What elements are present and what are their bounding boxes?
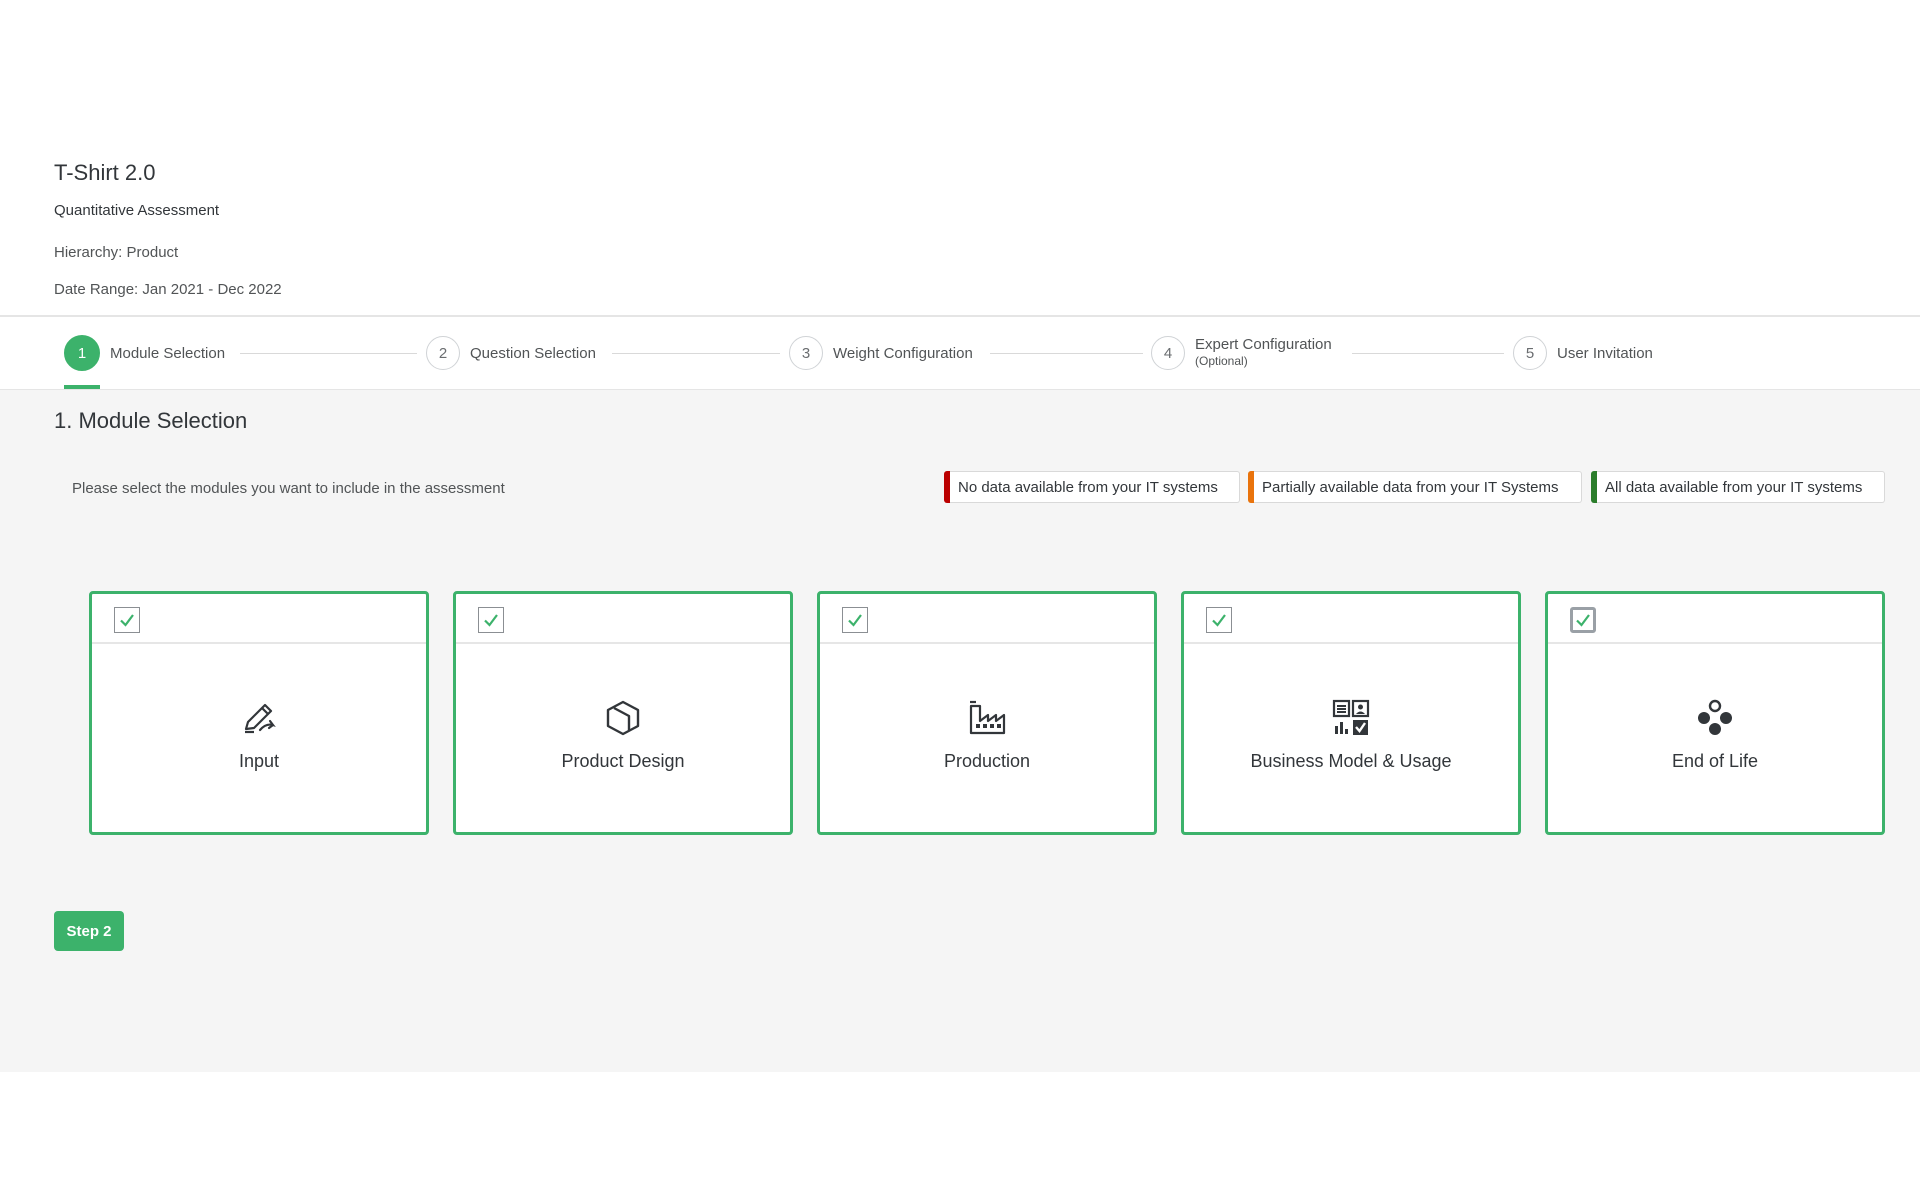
- check-icon: [484, 614, 498, 627]
- step-module-selection[interactable]: 1 Module Selection: [64, 335, 225, 371]
- hierarchy-info: Hierarchy: Product: [54, 244, 179, 261]
- step-connector: [612, 353, 780, 354]
- legend-no-data: No data available from your IT systems: [944, 471, 1240, 503]
- step-label: Question Selection: [470, 344, 596, 362]
- check-icon: [1212, 614, 1226, 627]
- module-card-business-model-usage[interactable]: Business Model & Usage: [1181, 591, 1521, 835]
- step-connector: [990, 353, 1143, 354]
- module-checkbox[interactable]: [1206, 607, 1232, 633]
- card-header: [1548, 594, 1882, 644]
- instruction-text: Please select the modules you want to in…: [72, 480, 505, 497]
- module-label: End of Life: [1671, 751, 1759, 771]
- step-question-selection[interactable]: 2 Question Selection: [426, 335, 596, 371]
- legend-label: Partially available data from your IT Sy…: [1262, 478, 1559, 496]
- active-step-indicator: [64, 385, 100, 389]
- check-icon: [1576, 614, 1590, 627]
- step-expert-configuration[interactable]: 4 Expert Configuration (Optional): [1151, 335, 1332, 371]
- step-weight-configuration[interactable]: 3 Weight Configuration: [789, 335, 973, 371]
- step-number: 2: [426, 336, 460, 370]
- check-icon: [120, 614, 134, 627]
- edit-pencil-icon: [244, 703, 276, 734]
- legend-color-bar: [1591, 471, 1597, 503]
- step-2-button[interactable]: Step 2: [54, 911, 124, 951]
- module-card-end-of-life[interactable]: End of Life: [1545, 591, 1885, 835]
- step-number: 5: [1513, 336, 1547, 370]
- card-header: [92, 594, 426, 644]
- module-card-production[interactable]: Production: [817, 591, 1157, 835]
- step-number: 3: [789, 336, 823, 370]
- section-title: 1. Module Selection: [54, 408, 248, 433]
- step-user-invitation[interactable]: 5 User Invitation: [1513, 335, 1653, 371]
- step-connector: [240, 353, 417, 354]
- page-title: T-Shirt 2.0: [54, 160, 156, 185]
- module-checkbox[interactable]: [842, 607, 868, 633]
- module-label: Business Model & Usage: [1250, 751, 1452, 771]
- legend-color-bar: [1248, 471, 1254, 503]
- step-label-group: Expert Configuration (Optional): [1195, 337, 1332, 369]
- wizard-stepper: 1 Module Selection 2 Question Selection …: [0, 317, 1920, 390]
- step-label: Module Selection: [110, 344, 226, 362]
- legend-label: No data available from your IT systems: [958, 478, 1218, 496]
- module-checkbox[interactable]: [1570, 607, 1596, 633]
- legend-label: All data available from your IT systems: [1605, 478, 1863, 496]
- main-content: 1. Module Selection Please select the mo…: [0, 390, 1920, 1072]
- page-subtitle: Quantitative Assessment: [54, 202, 220, 219]
- step-sublabel: (Optional): [1195, 354, 1248, 368]
- card-header: [820, 594, 1154, 644]
- module-label: Input: [238, 751, 280, 771]
- legend-partial-data: Partially available data from your IT Sy…: [1248, 471, 1582, 503]
- check-icon: [848, 614, 862, 627]
- factory-icon: [969, 700, 1006, 735]
- product-box-icon: [606, 700, 640, 736]
- module-label: Production: [943, 751, 1031, 771]
- module-label: Product Design: [561, 751, 685, 771]
- step-connector: [1352, 353, 1504, 354]
- step-label: Weight Configuration: [833, 344, 973, 362]
- card-header: [1184, 594, 1518, 644]
- legend-all-data: All data available from your IT systems: [1591, 471, 1885, 503]
- business-usage-icon: [1332, 699, 1370, 735]
- card-header: [456, 594, 790, 644]
- module-card-input[interactable]: Input: [89, 591, 429, 835]
- module-checkbox[interactable]: [478, 607, 504, 633]
- step-number: 1: [64, 335, 100, 371]
- date-range-info: Date Range: Jan 2021 - Dec 2022: [54, 281, 282, 298]
- step-label: User Invitation: [1557, 344, 1653, 362]
- page-header: T-Shirt 2.0 Quantitative Assessment Hier…: [0, 0, 1920, 317]
- module-card-product-design[interactable]: Product Design: [453, 591, 793, 835]
- step-label: Expert Configuration: [1195, 336, 1332, 353]
- legend-color-bar: [944, 471, 950, 503]
- module-checkbox[interactable]: [114, 607, 140, 633]
- circles-icon: [1698, 699, 1732, 735]
- step-number: 4: [1151, 336, 1185, 370]
